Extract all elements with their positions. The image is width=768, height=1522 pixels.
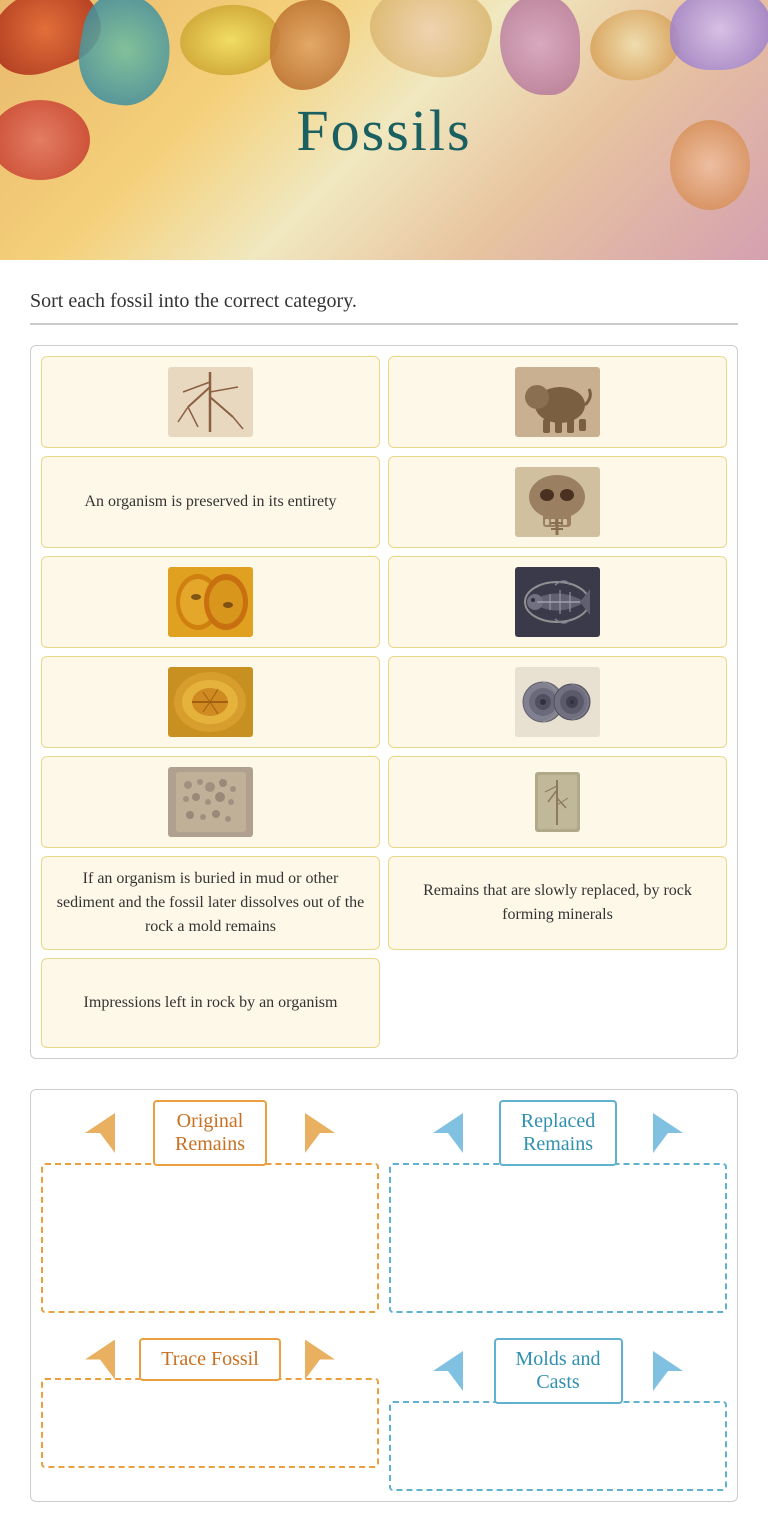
sort-cell-amber-leaf[interactable]	[41, 656, 380, 748]
sort-cell-skull[interactable]	[388, 456, 727, 548]
fossil-small-rock-image	[399, 767, 716, 837]
fossil-trace-rock-image	[52, 767, 369, 837]
fossil-fish-image	[399, 567, 716, 637]
ribbon-molds-casts: Molds andCasts	[458, 1338, 658, 1404]
sort-cell-mammoth[interactable]	[388, 356, 727, 448]
ribbon-arrow-left-icon	[85, 1340, 115, 1380]
sort-cell-roots[interactable]	[41, 356, 380, 448]
ribbon-arrow-right-icon	[653, 1351, 683, 1391]
instructions-text: Sort each fossil into the correct catego…	[30, 290, 738, 325]
fossil-ammonite-image	[399, 667, 716, 737]
category-trace-fossil: Trace Fossil	[41, 1338, 379, 1491]
ribbon-trace-fossil: Trace Fossil	[110, 1338, 310, 1381]
ribbon-original-remains: OriginalRemains	[110, 1100, 310, 1166]
sort-cell-ammonite[interactable]	[388, 656, 727, 748]
categories-grid: OriginalRemains ReplacedRemains Trace	[41, 1100, 727, 1491]
impressions-text: Impressions left in rock by an organism	[84, 991, 338, 1015]
ribbon-arrow-left-icon	[433, 1113, 463, 1153]
ribbon-arrow-left-icon	[433, 1351, 463, 1391]
molds-casts-label: Molds andCasts	[494, 1338, 623, 1404]
fossil-amber-image	[52, 567, 369, 637]
ribbon-arrow-right-icon	[653, 1113, 683, 1153]
categories-container: OriginalRemains ReplacedRemains Trace	[30, 1089, 738, 1502]
fossil-amber-leaf-image	[52, 667, 369, 737]
sort-cell-text-organism[interactable]: An organism is preserved in its entirety	[41, 456, 380, 548]
page-title: Fossils	[296, 97, 471, 164]
sort-cell-text-mold[interactable]: If an organism is buried in mud or other…	[41, 856, 380, 950]
drop-zone-replaced-remains[interactable]	[389, 1163, 727, 1313]
shell-decoration	[670, 120, 750, 210]
replaced-text: Remains that are slowly replaced, by roc…	[399, 879, 716, 927]
category-replaced-remains: ReplacedRemains	[389, 1100, 727, 1313]
fossil-skull-image	[399, 467, 716, 537]
category-original-remains: OriginalRemains	[41, 1100, 379, 1313]
sort-cell-fish[interactable]	[388, 556, 727, 648]
mold-text: If an organism is buried in mud or other…	[52, 867, 369, 939]
sort-cell-text-replaced[interactable]: Remains that are slowly replaced, by roc…	[388, 856, 727, 950]
sort-cell-empty	[388, 958, 727, 1048]
ribbon-arrow-left-icon	[85, 1113, 115, 1153]
sort-grid: An organism is preserved in its entirety	[41, 356, 727, 1048]
drop-zone-trace-fossil[interactable]	[41, 1378, 379, 1468]
sort-cell-small-fossil[interactable]	[388, 756, 727, 848]
ribbon-replaced-remains: ReplacedRemains	[458, 1100, 658, 1166]
trace-fossil-label: Trace Fossil	[139, 1338, 281, 1381]
fossil-mammoth-image	[399, 367, 716, 437]
organism-preserved-text: An organism is preserved in its entirety	[84, 490, 336, 514]
original-remains-label: OriginalRemains	[153, 1100, 267, 1166]
fossil-roots-image	[52, 367, 369, 437]
sort-cell-text-impressions[interactable]: Impressions left in rock by an organism	[41, 958, 380, 1048]
sort-cell-trace-rock[interactable]	[41, 756, 380, 848]
category-molds-casts: Molds andCasts	[389, 1338, 727, 1491]
drop-zone-molds-casts[interactable]	[389, 1401, 727, 1491]
ribbon-arrow-right-icon	[305, 1113, 335, 1153]
ribbon-arrow-right-icon	[305, 1340, 335, 1380]
drop-zone-original-remains[interactable]	[41, 1163, 379, 1313]
header-section: Fossils	[0, 0, 768, 260]
sort-cell-amber-insects[interactable]	[41, 556, 380, 648]
sort-container: An organism is preserved in its entirety	[30, 345, 738, 1059]
replaced-remains-label: ReplacedRemains	[499, 1100, 617, 1166]
main-content: Sort each fossil into the correct catego…	[0, 260, 768, 1522]
shell-decoration	[670, 0, 768, 70]
